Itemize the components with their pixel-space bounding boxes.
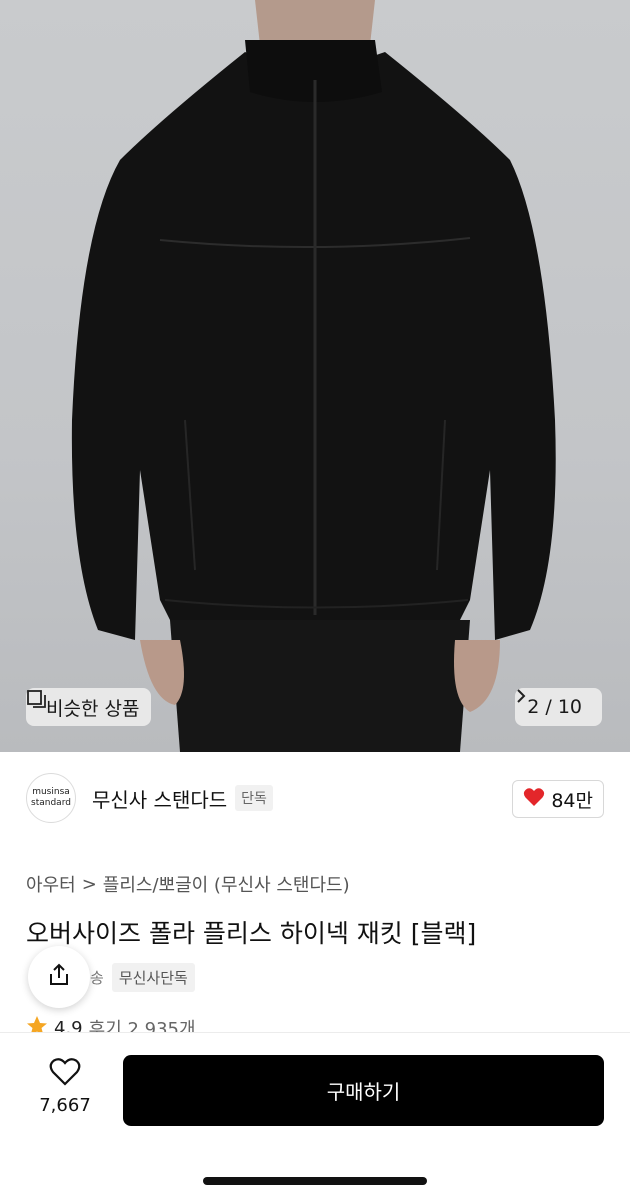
exclusive-badge: 단독 (235, 785, 273, 811)
product-image[interactable]: 비슷한 상품 2 / 10 (0, 0, 630, 752)
wishlist-button[interactable]: 7,667 (30, 1057, 100, 1116)
brand-logo[interactable]: musinsa standard (26, 773, 76, 823)
breadcrumb: 아우터 > 플리스/뽀글이 (무신사 스탠다드) (26, 871, 350, 897)
home-indicator (203, 1177, 427, 1185)
brand-logo-line1: musinsa (32, 787, 70, 797)
breadcrumb-category[interactable]: 아우터 (26, 871, 76, 897)
brand-logo-line2: standard (31, 798, 71, 808)
brand-like-button[interactable]: 84만 (512, 780, 604, 818)
wishlist-count: 7,667 (39, 1095, 91, 1116)
similar-products-button[interactable]: 비슷한 상품 (26, 688, 152, 726)
brand-name[interactable]: 무신사 스탠다드 (92, 784, 227, 813)
image-counter[interactable]: 2 / 10 (515, 688, 602, 726)
buy-button[interactable]: 구매하기 (123, 1055, 604, 1126)
image-counter-text: 2 / 10 (527, 696, 582, 718)
brand-like-count: 84만 (551, 789, 593, 812)
heart-outline-icon (49, 1057, 81, 1091)
breadcrumb-subcategory[interactable]: 플리스/뽀글이 (무신사 스탠다드) (103, 871, 350, 897)
heart-filled-icon (523, 787, 545, 812)
brand-row: musinsa standard 무신사 스탠다드 단독 84만 (26, 772, 604, 824)
jacket-photo (71, 0, 556, 752)
share-icon (46, 962, 72, 992)
bottom-action-bar: 7,667 구매하기 (0, 1032, 630, 1200)
breadcrumb-separator: > (81, 873, 97, 895)
similar-products-label: 비슷한 상품 (46, 697, 140, 720)
tag-exclusive: 무신사단독 (111, 962, 195, 992)
product-title: 오버사이즈 폴라 플리스 하이넥 재킷 [블랙] (26, 919, 477, 948)
share-button[interactable] (28, 946, 90, 1008)
